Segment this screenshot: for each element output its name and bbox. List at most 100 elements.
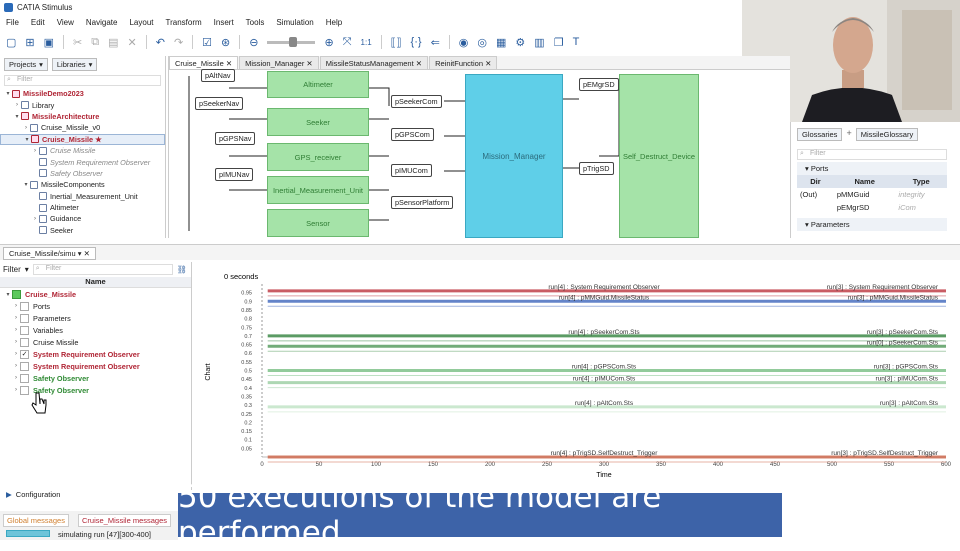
sim-tree-item[interactable]: › Variables — [0, 324, 191, 336]
expand-toggle-icon[interactable]: ▾ — [22, 181, 30, 188]
expand-toggle-icon[interactable]: › — [12, 387, 20, 393]
expand-toggle-icon[interactable]: › — [22, 125, 30, 131]
cut-icon[interactable]: ✂ — [73, 36, 82, 49]
eye-icon[interactable]: ◉ — [459, 36, 469, 49]
tree-item[interactable]: Seeker — [0, 225, 165, 236]
sim-tree-item[interactable]: › Ports — [0, 300, 191, 312]
window-icon[interactable]: ❐ — [554, 36, 564, 49]
zoom-slider-thumb[interactable] — [289, 36, 298, 47]
expand-toggle-icon[interactable]: › — [31, 216, 39, 222]
tab-glossaries[interactable]: Glossaries — [797, 128, 843, 141]
expand-toggle-icon[interactable]: › — [31, 148, 39, 154]
block-seeker[interactable]: Seeker — [267, 108, 369, 136]
run-icon[interactable]: ⊛ — [221, 36, 230, 49]
visibility-checkbox[interactable] — [12, 289, 21, 299]
tree-item[interactable]: ▾ Cruise_Missile ★ — [0, 133, 165, 145]
tree-item[interactable]: Inertial_Measurement_Unit — [0, 191, 165, 202]
paste-icon[interactable]: ▤ — [108, 36, 118, 49]
menu-item-tools[interactable]: Tools — [246, 18, 265, 27]
menu-item-edit[interactable]: Edit — [31, 18, 45, 27]
expand-toggle-icon[interactable]: › — [12, 375, 20, 381]
column-name[interactable]: Name — [833, 175, 896, 188]
parameters-header[interactable]: ▾ Parameters — [797, 218, 947, 231]
expand-toggle-icon[interactable]: ▾ — [4, 291, 12, 298]
block-gps-receiver[interactable]: GPS_receiver — [267, 143, 369, 171]
menu-item-layout[interactable]: Layout — [129, 18, 153, 27]
tab-simulation[interactable]: Cruise_Missile/simu ▾ ✕ — [3, 247, 96, 260]
visibility-checkbox[interactable] — [20, 361, 29, 371]
port-palt-nav[interactable]: pAltNav — [201, 69, 235, 82]
link-icon[interactable]: ⛓ — [177, 265, 187, 274]
port-pemgr-sd[interactable]: pEMgrSD — [579, 78, 619, 91]
expand-toggle-icon[interactable]: ▾ — [4, 90, 12, 97]
menu-item-file[interactable]: File — [6, 18, 19, 27]
tree-item[interactable]: ▾ MissileDemo2023 — [0, 88, 165, 99]
visibility-checkbox[interactable]: ✓ — [20, 349, 29, 359]
menu-item-insert[interactable]: Insert — [214, 18, 234, 27]
expand-toggle-icon[interactable]: › — [12, 315, 20, 321]
code-icon[interactable]: {·} — [411, 36, 422, 48]
sim-tree-item[interactable]: › Safety Observer — [0, 372, 191, 384]
port-psensor-platform[interactable]: pSensorPlatform — [391, 196, 454, 209]
play-icon[interactable]: ▶ — [6, 490, 12, 499]
grid-icon[interactable]: ▦ — [496, 36, 506, 49]
tree-item[interactable]: System Requirement Observer — [0, 156, 165, 167]
visibility-checkbox[interactable] — [20, 313, 29, 323]
port-pimu-nav[interactable]: pIMUNav — [215, 168, 254, 181]
sim-filter-input[interactable]: ⌕ Filter — [32, 264, 173, 275]
tree-item[interactable]: ▾ MissileArchitecture — [0, 111, 165, 122]
tab-diagram-reinitfunction[interactable]: ReinitFunction ✕ — [429, 56, 498, 69]
column-dir[interactable]: Dir — [797, 175, 834, 188]
sim-tree-item[interactable]: › System Requirement Observer — [0, 360, 191, 372]
menu-item-transform[interactable]: Transform — [166, 18, 202, 27]
zoom-slider[interactable] — [267, 36, 316, 47]
tree-item[interactable]: Altimeter — [0, 202, 165, 213]
ports-header[interactable]: ▾ Ports — [797, 162, 947, 175]
table-row[interactable]: (Out) pMMGuid integrity — [797, 188, 947, 201]
port-pgps-nav[interactable]: pGPSNav — [215, 132, 256, 145]
open-file-icon[interactable]: ⊞ — [25, 36, 34, 49]
menu-item-help[interactable]: Help — [326, 18, 342, 27]
sim-tree-item[interactable]: › Safety Observer — [0, 384, 191, 396]
port-pseeker-nav[interactable]: pSeekerNav — [195, 97, 244, 110]
expand-toggle-icon[interactable]: › — [12, 339, 20, 345]
sim-tree-item[interactable]: › ✓ System Requirement Observer — [0, 348, 191, 360]
menu-item-simulation[interactable]: Simulation — [276, 18, 313, 27]
block-altimeter[interactable]: Altimeter — [267, 71, 369, 98]
actual-size-icon[interactable]: 1:1 — [361, 38, 372, 47]
fit-icon[interactable]: ⤧ — [343, 36, 352, 49]
expand-toggle-icon[interactable]: ▾ — [13, 113, 21, 120]
redo-icon[interactable]: ↷ — [174, 36, 183, 49]
visibility-checkbox[interactable] — [20, 385, 29, 395]
tree-item[interactable]: › Cruise Missile — [0, 145, 165, 156]
layout-icon[interactable]: ⟦⟧ — [391, 36, 402, 49]
expand-toggle-icon[interactable]: › — [12, 327, 20, 333]
tab-diagram-mission_manager[interactable]: Mission_Manager ✕ — [239, 56, 319, 69]
expand-toggle-icon[interactable]: ▾ — [23, 136, 31, 143]
sim-tree-item[interactable]: ▾ Cruise_Missile — [0, 288, 191, 300]
sim-column-name[interactable]: Name — [0, 277, 191, 288]
sim-tree-item[interactable]: › Cruise Missile — [0, 336, 191, 348]
project-filter-input[interactable]: ⌕ Filter — [4, 75, 161, 86]
tab-libraries[interactable]: Libraries ▾ — [51, 58, 98, 71]
undo-icon[interactable]: ↶ — [156, 36, 165, 49]
port-pgps-com[interactable]: pGPSCom — [391, 128, 434, 141]
visibility-checkbox[interactable] — [20, 337, 29, 347]
expand-toggle-icon[interactable]: › — [12, 363, 20, 369]
copy-icon[interactable]: ⧉ — [91, 36, 99, 49]
expand-toggle-icon[interactable]: › — [12, 351, 20, 357]
tab-global-messages[interactable]: Global messages — [3, 514, 69, 527]
delete-icon[interactable]: ✕ — [128, 36, 137, 49]
new-file-icon[interactable]: ▢ — [6, 36, 16, 49]
port-ptrig-sd[interactable]: pTrigSD — [579, 162, 614, 175]
target-icon[interactable]: ◎ — [477, 36, 487, 49]
tab-diagram-cruise_missile[interactable]: Cruise_Missile ✕ — [169, 56, 239, 69]
component-icon[interactable]: ⚙ — [515, 36, 525, 49]
tab-diagram-missilestatusmanagement[interactable]: MissileStatusManagement ✕ — [319, 56, 429, 69]
port-pimu-com[interactable]: pIMUCom — [391, 164, 432, 177]
configuration-bar[interactable]: ▶ Configuration — [0, 488, 192, 500]
expand-toggle-icon[interactable]: › — [12, 303, 20, 309]
tree-item[interactable]: ▾ MissileComponents — [0, 179, 165, 190]
tab-cruise-missile-messages[interactable]: Cruise_Missile messages — [78, 514, 172, 527]
visibility-checkbox[interactable] — [20, 301, 29, 311]
